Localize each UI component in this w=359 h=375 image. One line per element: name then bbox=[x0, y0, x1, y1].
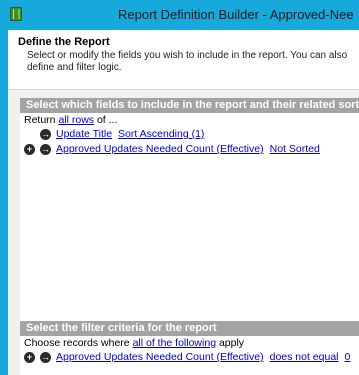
page-title: Define the Report bbox=[18, 36, 110, 48]
add-icon[interactable]: + bbox=[24, 144, 35, 155]
filter-value-link[interactable]: 0 bbox=[345, 351, 351, 363]
fields-section-header: Select which fields to include in the re… bbox=[20, 98, 359, 113]
filter-section: Select the filter criteria for the repor… bbox=[20, 321, 359, 375]
field-link-approved-updates-count[interactable]: Approved Updates Needed Count (Effective… bbox=[56, 143, 264, 155]
arrow-right-icon[interactable]: → bbox=[40, 129, 51, 140]
filter-section-intro: Choose records where all of the followin… bbox=[20, 336, 359, 350]
sort-order-link[interactable]: Not Sorted bbox=[270, 143, 320, 155]
filter-intro-prefix: Choose records where bbox=[24, 337, 130, 349]
add-icon[interactable]: + bbox=[24, 352, 35, 363]
filter-field-link[interactable]: Approved Updates Needed Count (Effective… bbox=[56, 351, 264, 363]
field-row-text: Update Title Sort Ascending (1) bbox=[56, 127, 204, 142]
sort-order-link[interactable]: Sort Ascending (1) bbox=[118, 128, 204, 140]
fields-section-intro: Return all rows of ... bbox=[20, 113, 359, 127]
filter-intro-suffix: apply bbox=[218, 337, 245, 349]
page-description: Select or modify the fields you wish to … bbox=[27, 50, 348, 73]
fields-section: Select which fields to include in the re… bbox=[20, 98, 359, 328]
title-bar: Report Definition Builder - Approved-Nee bbox=[0, 0, 359, 30]
filter-row-text: Approved Updates Needed Count (Effective… bbox=[56, 350, 350, 365]
all-rows-link[interactable]: all rows bbox=[58, 114, 94, 126]
report-builder-app-icon bbox=[10, 7, 22, 21]
fields-intro-suffix: of ... bbox=[96, 114, 118, 126]
window-title: Report Definition Builder - Approved-Nee bbox=[118, 7, 354, 22]
filter-operator-link[interactable]: does not equal bbox=[270, 351, 339, 363]
dialog-client-area: Define the Report Select or modify the f… bbox=[8, 30, 359, 375]
field-row: → Update Title Sort Ascending (1) bbox=[20, 127, 359, 142]
field-row: + → Approved Updates Needed Count (Effec… bbox=[20, 142, 359, 157]
all-of-the-following-link[interactable]: all of the following bbox=[133, 337, 216, 349]
fields-intro-prefix: Return bbox=[24, 114, 56, 126]
filter-row: + → Approved Updates Needed Count (Effec… bbox=[20, 350, 359, 365]
arrow-right-icon[interactable]: → bbox=[40, 352, 51, 363]
header-panel: Define the Report Select or modify the f… bbox=[8, 30, 359, 90]
filter-section-header: Select the filter criteria for the repor… bbox=[20, 321, 359, 336]
field-link-update-title[interactable]: Update Title bbox=[56, 128, 112, 140]
field-row-text: Approved Updates Needed Count (Effective… bbox=[56, 142, 320, 157]
arrow-right-icon[interactable]: → bbox=[40, 144, 51, 155]
